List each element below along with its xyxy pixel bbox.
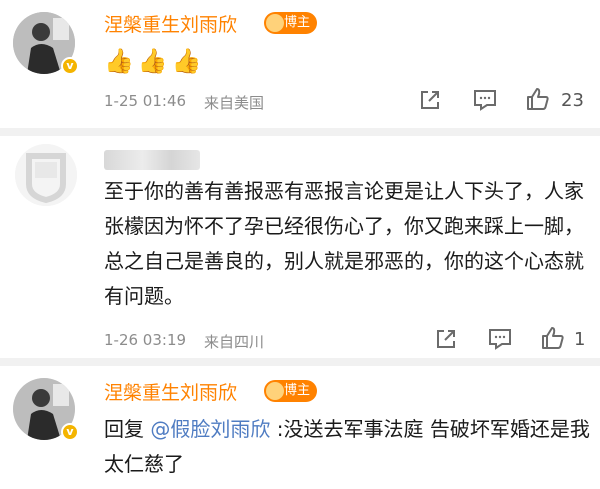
comment-text: 👍👍👍 (104, 47, 206, 75)
author-badge-label: 博主 (284, 383, 311, 398)
comment-location: 来自四川 (204, 333, 265, 351)
username[interactable]: 涅槃重生刘雨欣 (104, 10, 237, 37)
like-icon[interactable] (540, 325, 566, 351)
avatar[interactable] (15, 144, 77, 206)
verified-badge-icon: v (61, 57, 79, 75)
author-badge: 博主 (264, 12, 318, 34)
author-badge-icon (266, 14, 284, 32)
comment-time: 1-25 01:46 (104, 92, 187, 110)
default-avatar-icon (15, 144, 77, 206)
verified-badge-icon: v (61, 423, 79, 441)
divider (0, 128, 600, 136)
username[interactable]: 涅槃重生刘雨欣 (104, 378, 237, 405)
comment-location: 来自美国 (204, 94, 265, 112)
comment-text: 至于你的善有善报恶有恶报言论更是让人下头了，人家张檬因为怀不了孕已经很伤心了，你… (104, 179, 584, 308)
mention-link[interactable]: @假脸刘雨欣 (150, 417, 270, 441)
comment-icon[interactable] (488, 328, 512, 350)
like-count: 1 (574, 329, 586, 350)
author-badge-icon (266, 382, 284, 400)
comment-time: 1-26 03:19 (104, 331, 187, 349)
like-icon[interactable] (525, 86, 551, 112)
comment-3: v 涅槃重生刘雨欣 博主 回复 @假脸刘雨欣 :没送去军事法庭 告破坏军婚还是我… (0, 366, 600, 489)
author-badge-label: 博主 (284, 15, 311, 30)
comment-icon[interactable] (473, 89, 497, 111)
author-badge: 博主 (264, 380, 318, 402)
reply-text: 回复 @假脸刘雨欣 :没送去军事法庭 告破坏军婚还是我太仁慈了 (104, 412, 594, 482)
comment-2: 至于你的善有善报恶有恶报言论更是让人下头了，人家张檬因为怀不了孕已经很伤心了，你… (0, 136, 600, 356)
comment-1: v 涅槃重生刘雨欣 博主 👍👍👍 1-25 01:46 来自美国 23 (0, 0, 600, 128)
divider (0, 358, 600, 366)
like-count: 23 (561, 90, 584, 111)
blurred-username (104, 150, 200, 170)
share-icon[interactable] (419, 89, 441, 111)
share-icon[interactable] (435, 328, 457, 350)
reply-prefix: 回复 (104, 417, 144, 441)
